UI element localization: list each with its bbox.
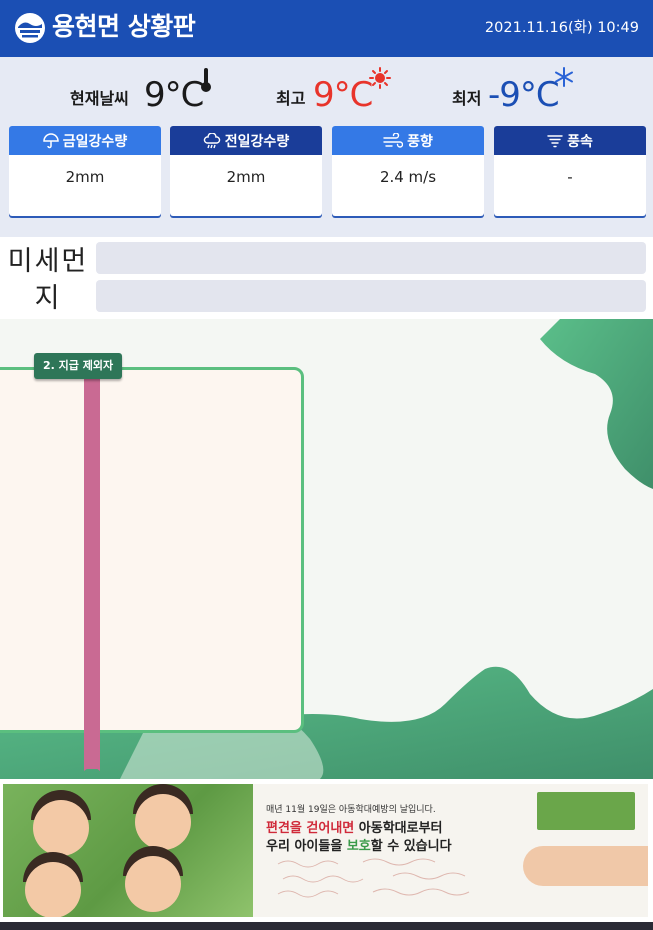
weather-cards: 금일강수량 2mm 전일강수량 2mm 풍향 2.4 m/s 풍속 - xyxy=(0,126,653,221)
card-header: 금일강수량 xyxy=(9,126,161,155)
banner-line2: 편견을 걷어내면 아동학대로부터 xyxy=(266,817,443,836)
card-header: 전일강수량 xyxy=(170,126,322,155)
high-temp-label: 최고 xyxy=(276,89,306,108)
banner-line3: 우리 아이들을 보호할 수 있습니다 xyxy=(266,835,452,854)
notice-paper xyxy=(0,367,304,733)
card-value: 2.4 m/s xyxy=(379,168,437,186)
current-weather-value: 9°C xyxy=(144,75,204,115)
bookmark-ribbon xyxy=(84,379,100,769)
high-temp-value: 9°C xyxy=(313,75,373,115)
rain-cloud-icon xyxy=(203,132,221,148)
children-photo xyxy=(3,784,253,917)
header-bar: 용현면 상황판 2021.11.16(화) 10:49 xyxy=(0,0,653,57)
card-label: 전일강수량 xyxy=(224,133,290,150)
low-temp-label: 최저 xyxy=(452,89,482,108)
banner-highlight: 보호 xyxy=(346,839,371,854)
banner-text: 우리 아이들을 xyxy=(266,839,347,854)
child-face xyxy=(25,862,81,917)
current-weather-label: 현재날씨 xyxy=(70,89,129,108)
wind-icon xyxy=(383,132,404,148)
tornado-icon xyxy=(547,134,563,147)
logo-icon xyxy=(15,13,45,43)
thermometer-icon xyxy=(201,68,211,92)
card-today-rainfall: 금일강수량 2mm xyxy=(9,126,161,216)
card-value: 2mm xyxy=(65,168,105,186)
child-face xyxy=(33,800,89,856)
card-wind-direction: 풍향 2.4 m/s xyxy=(332,126,484,216)
card-header: 풍향 xyxy=(332,126,484,155)
banner-text: 아동학대로부터 xyxy=(354,821,443,836)
fine-dust-label: 미세먼지 xyxy=(7,246,89,314)
card-value: - xyxy=(567,168,573,186)
content-board: 2. 지급 제외자 xyxy=(0,319,653,779)
weather-panel: 현재날씨 9°C 최고 9°C 최저 -9°C 금일강수량 2mm 전일강수량 … xyxy=(0,57,653,237)
banner-line1: 매년 11월 19일은 아동학대예방의 날입니다. xyxy=(266,805,436,815)
card-yesterday-rainfall: 전일강수량 2mm xyxy=(170,126,322,216)
banner-highlight: 편견을 걷어내면 xyxy=(266,821,355,836)
datetime-display: 2021.11.16(화) 10:49 xyxy=(484,20,639,36)
banner-text: 할 수 있습니다 xyxy=(370,839,452,854)
card-wind-speed: 풍속 - xyxy=(494,126,646,216)
hand-image xyxy=(523,846,648,886)
sun-icon xyxy=(369,67,391,89)
snowflake-icon xyxy=(555,67,573,87)
card-label: 금일강수량 xyxy=(62,133,128,150)
page-title: 용현면 상황판 xyxy=(52,12,196,41)
child-face xyxy=(135,794,191,850)
bottom-bar xyxy=(0,922,653,930)
child-face xyxy=(125,856,181,912)
fine-dust-bar-pm25 xyxy=(96,280,646,312)
umbrella-icon xyxy=(43,132,59,148)
card-header: 풍속 xyxy=(494,126,646,155)
card-value: 2mm xyxy=(226,168,266,186)
banner-badge xyxy=(537,792,635,830)
section-tag: 2. 지급 제외자 xyxy=(34,353,123,379)
low-temp-value: -9°C xyxy=(488,75,560,115)
handwriting-decoration xyxy=(277,858,470,898)
campaign-banner[interactable]: 매년 11월 19일은 아동학대예방의 날입니다. 편견을 걷어내면 아동학대로… xyxy=(3,784,648,917)
card-label: 풍속 xyxy=(567,133,593,150)
ribbon-tail xyxy=(84,759,100,771)
fine-dust-bar-pm10 xyxy=(96,242,646,274)
card-label: 풍향 xyxy=(407,133,433,150)
